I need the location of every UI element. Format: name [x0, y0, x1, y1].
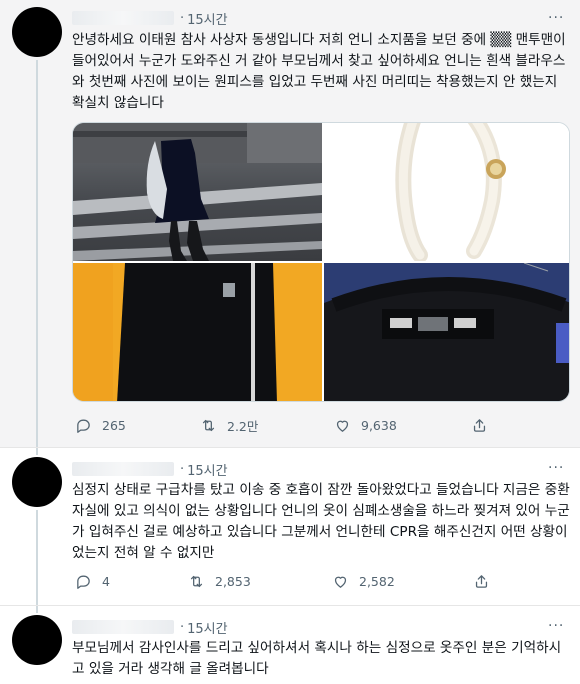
tweet-header: · 15시간 — [72, 617, 228, 637]
author-name-redacted[interactable] — [72, 11, 174, 25]
share-button[interactable] — [473, 570, 500, 592]
reply-button[interactable]: 4 — [75, 570, 110, 592]
more-icon[interactable]: ··· — [548, 11, 566, 25]
reply-icon — [77, 575, 90, 589]
tweet-time[interactable]: 15시간 — [187, 618, 227, 637]
separator-dot: · — [180, 619, 185, 635]
retweet-button[interactable]: 2,853 — [188, 570, 251, 592]
retweet-count: 2,853 — [215, 573, 251, 589]
tweet-1: · 15시간 ··· 안녕하세요 이태원 참사 사상자 동생입니다 저희 언니 … — [0, 0, 580, 447]
retweet-icon — [202, 419, 215, 431]
media-grid[interactable] — [72, 122, 570, 402]
tweet-text: 안녕하세요 이태원 참사 사상자 동생입니다 저희 언니 소지품을 보던 중에 … — [72, 32, 570, 111]
tweet-actions: 265 2.2만 9,638 — [72, 414, 570, 436]
separator-dot: · — [180, 461, 185, 477]
share-button[interactable] — [471, 414, 498, 436]
like-button[interactable]: 2,582 — [332, 570, 395, 592]
tweet-header: · 15시간 — [72, 8, 228, 28]
reply-count: 265 — [102, 417, 126, 433]
thread-line — [36, 448, 38, 455]
reply-icon — [77, 419, 90, 433]
tweet-text: 심정지 상태로 구급차를 탔고 이송 중 호흡이 잠깐 돌아왔었다고 들었습니다… — [72, 482, 570, 561]
like-count: 2,582 — [359, 573, 395, 589]
avatar[interactable] — [12, 615, 62, 665]
heart-icon — [334, 576, 347, 588]
photo-sweatshirt-front[interactable] — [73, 263, 322, 401]
thread-line — [36, 510, 38, 606]
tweet-time[interactable]: 15시간 — [187, 9, 227, 28]
heart-icon — [336, 420, 349, 432]
author-name-redacted[interactable] — [72, 620, 174, 634]
like-button[interactable]: 9,638 — [334, 414, 397, 436]
author-name-redacted[interactable] — [72, 462, 174, 476]
tweet-actions: 4 2,853 2,582 — [72, 570, 570, 592]
thread-line — [36, 606, 38, 613]
reply-button[interactable]: 265 — [75, 414, 126, 436]
tweet-text: 부모님께서 감사인사를 드리고 싶어하셔서 혹시나 하는 심정으로 옷주인 분은… — [72, 640, 562, 677]
like-count: 9,638 — [361, 417, 397, 433]
tweet-2: · 15시간 ··· 심정지 상태로 구급차를 탔고 이송 중 호흡이 잠깐 돌… — [0, 447, 580, 606]
more-icon[interactable]: ··· — [548, 461, 566, 475]
retweet-icon — [190, 575, 203, 587]
photo-headband[interactable] — [324, 123, 569, 261]
reply-count: 4 — [102, 573, 110, 589]
tweet-header: · 15시간 — [72, 459, 228, 479]
avatar[interactable] — [12, 7, 62, 57]
retweet-count: 2.2만 — [227, 418, 259, 434]
share-icon — [473, 418, 486, 432]
avatar[interactable] — [12, 457, 62, 507]
tweet-3: · 15시간 ··· 부모님께서 감사인사를 드리고 싶어하셔서 혹시나 하는 … — [0, 605, 580, 684]
thread-line — [36, 60, 38, 447]
more-icon[interactable]: ··· — [548, 619, 566, 633]
separator-dot: · — [180, 10, 185, 26]
retweet-button[interactable]: 2.2만 — [200, 414, 258, 436]
tweet-time[interactable]: 15시간 — [187, 460, 227, 479]
photo-dress[interactable] — [73, 123, 322, 261]
share-icon — [475, 574, 488, 588]
photo-sweatshirt-label[interactable] — [324, 263, 569, 401]
